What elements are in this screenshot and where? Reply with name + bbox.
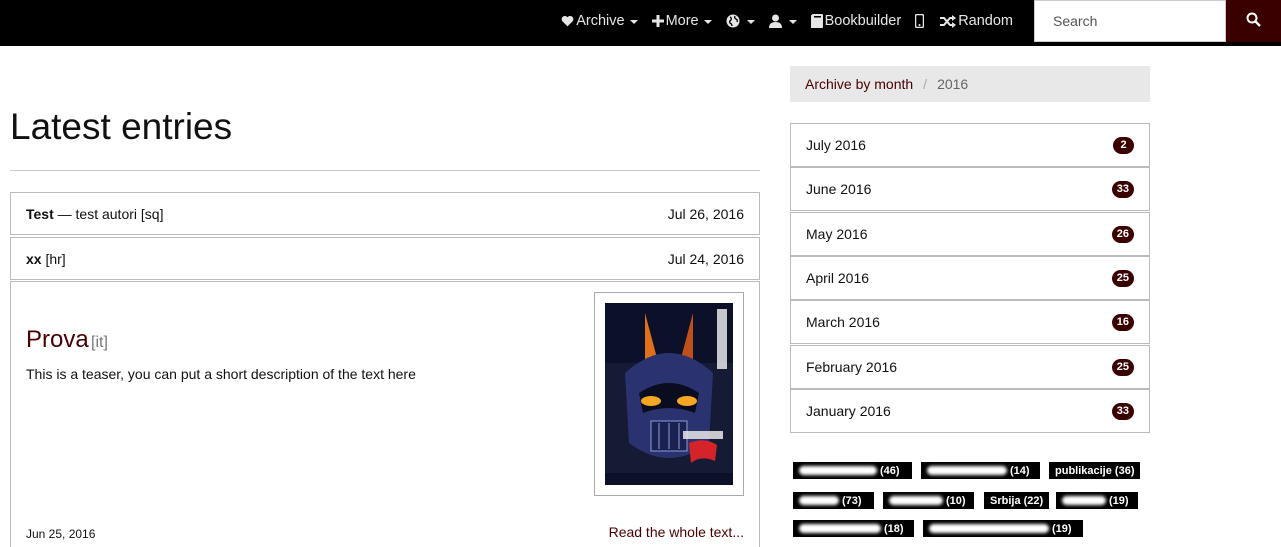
tag-count: (73) — [842, 494, 862, 507]
featured-entry-card: Prova [it] This is a teaser, you can put… — [10, 281, 760, 547]
count-badge: 25 — [1111, 358, 1134, 376]
nav-random[interactable]: Random — [940, 13, 1013, 29]
tag-count: (18) — [884, 522, 904, 535]
count-badge: 25 — [1111, 269, 1134, 287]
entry-row[interactable]: xx [hr] Jul 24, 2016 — [10, 237, 760, 280]
month-label: March 2016 — [806, 314, 880, 330]
nav-user[interactable] — [768, 14, 797, 28]
breadcrumb: Archive by month / 2016 — [790, 66, 1150, 102]
tag-count: (36) — [1114, 464, 1135, 477]
month-item-june[interactable]: June 2016 33 — [790, 167, 1150, 211]
count-badge: 16 — [1111, 313, 1134, 331]
search-icon — [1246, 12, 1261, 30]
chevron-down-icon — [788, 20, 797, 24]
entry-suffix: — test autori [sq] — [53, 205, 164, 222]
nav-more-label: More — [665, 13, 699, 29]
shuffle-icon — [940, 14, 957, 28]
featured-language: [it] — [91, 334, 108, 351]
month-label: July 2016 — [806, 137, 866, 153]
nav-archive[interactable]: Archive — [561, 13, 638, 29]
nav-archive-label: Archive — [576, 13, 625, 29]
top-navbar: Archive More Bookbuilder Random Search — [0, 0, 1281, 46]
entry-date: Jul 24, 2016 — [667, 250, 744, 267]
breadcrumb-separator: / — [923, 76, 928, 92]
tag-item[interactable]: (18) — [793, 520, 914, 537]
month-label: April 2016 — [806, 270, 870, 286]
featured-title[interactable]: Prova — [26, 326, 89, 354]
search-input[interactable] — [1034, 0, 1226, 42]
count-badge: 33 — [1111, 402, 1134, 420]
featured-date: Jun 25, 2016 — [26, 527, 96, 541]
redacted-label — [799, 466, 877, 475]
redacted-label — [799, 524, 881, 533]
breadcrumb-current: 2016 — [937, 76, 969, 92]
title-divider — [10, 170, 760, 171]
tag-item[interactable]: (19) — [1056, 492, 1138, 509]
month-item-april[interactable]: April 2016 25 — [790, 256, 1150, 300]
month-item-january[interactable]: January 2016 33 — [790, 389, 1150, 433]
month-item-july[interactable]: July 2016 2 — [790, 123, 1150, 167]
month-label: June 2016 — [806, 181, 872, 197]
heart-icon — [561, 15, 574, 27]
nav-bookbuilder[interactable]: Bookbuilder — [810, 13, 902, 29]
entry-heading: xx [hr] — [26, 251, 66, 267]
plus-icon — [651, 15, 664, 27]
tag-label: publikacije — [1055, 464, 1112, 477]
month-item-may[interactable]: May 2016 26 — [790, 212, 1150, 256]
tag-count: (19) — [1052, 522, 1072, 535]
redacted-label — [927, 466, 1007, 475]
chevron-down-icon — [703, 20, 712, 24]
chevron-down-icon — [629, 20, 638, 24]
tag-item[interactable]: (19) — [923, 520, 1083, 537]
nav-random-label: Random — [958, 13, 1013, 29]
month-label: May 2016 — [806, 226, 868, 242]
nav-menu: Archive More Bookbuilder Random — [547, 0, 1013, 42]
month-item-february[interactable]: February 2016 25 — [790, 345, 1150, 389]
breadcrumb-archive-link[interactable]: Archive by month — [805, 76, 913, 92]
tag-item[interactable]: (10) — [883, 492, 974, 509]
entry-heading: Test — test autori [sq] — [26, 206, 163, 222]
nav-language[interactable] — [726, 14, 755, 28]
month-label: February 2016 — [806, 359, 898, 375]
tag-item[interactable]: (73) — [793, 492, 874, 509]
nav-bookbuilder-label: Bookbuilder — [824, 13, 902, 29]
count-badge: 33 — [1111, 180, 1134, 198]
redacted-label — [929, 524, 1049, 533]
tag-item[interactable]: (46) — [793, 462, 912, 479]
count-badge: 26 — [1111, 225, 1134, 243]
redacted-label — [799, 496, 839, 505]
tag-count: (46) — [880, 464, 900, 477]
chevron-down-icon — [746, 20, 755, 24]
redacted-label — [889, 496, 943, 505]
month-item-march[interactable]: March 2016 16 — [790, 300, 1150, 344]
book-icon — [810, 14, 823, 28]
count-badge: 2 — [1113, 136, 1134, 154]
month-label: January 2016 — [806, 403, 891, 419]
entry-title[interactable]: Test — [26, 206, 54, 222]
mobile-icon — [915, 14, 925, 28]
tag-count: (10) — [946, 494, 966, 507]
entry-date: Jul 26, 2016 — [667, 205, 744, 222]
search-button[interactable] — [1226, 0, 1281, 42]
entry-row[interactable]: Test — test autori [sq] Jul 26, 2016 — [10, 192, 760, 235]
tag-item[interactable]: publikacije (36) — [1049, 462, 1141, 479]
tag-count: (14) — [1010, 464, 1030, 477]
tag-item[interactable]: Srbija (22) — [984, 492, 1050, 509]
read-more-link[interactable]: Read the whole text... — [609, 524, 744, 540]
featured-teaser: This is a teaser, you can put a short de… — [26, 366, 416, 382]
nav-more[interactable]: More — [651, 13, 712, 29]
globe-icon — [726, 14, 740, 28]
tag-count: (22) — [1023, 494, 1044, 507]
entry-title[interactable]: xx — [26, 251, 42, 267]
tag-item[interactable]: (14) — [921, 462, 1040, 479]
nav-mobile[interactable] — [915, 14, 926, 28]
redacted-label — [1062, 496, 1106, 505]
cover-image — [605, 303, 733, 485]
tag-label: Srbija — [990, 494, 1021, 507]
entry-suffix: [hr] — [41, 250, 66, 267]
user-icon — [768, 14, 782, 28]
cover-thumbnail[interactable] — [594, 292, 744, 496]
tag-count: (19) — [1109, 494, 1129, 507]
page-title: Latest entries — [10, 106, 233, 147]
